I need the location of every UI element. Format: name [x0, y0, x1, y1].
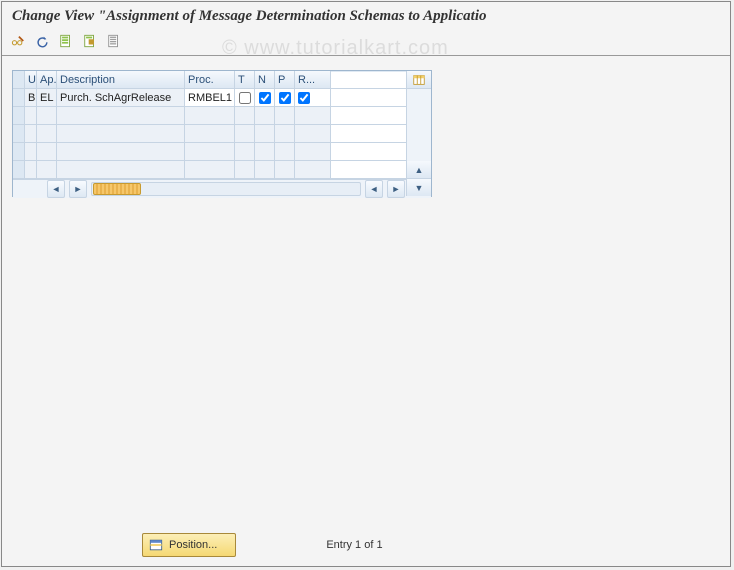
- col-t[interactable]: T: [235, 71, 255, 88]
- checkbox-p[interactable]: [279, 92, 291, 104]
- hscroll-thumb[interactable]: [93, 183, 141, 195]
- position-icon: [149, 538, 163, 552]
- undo-button[interactable]: [32, 31, 52, 51]
- position-button-label: Position...: [169, 539, 217, 551]
- app-viewport: Change View "Assignment of Message Deter…: [1, 1, 731, 567]
- checkbox-t[interactable]: [239, 92, 251, 104]
- grid-inner: U Ap. Description Proc. T N P R... B EL …: [13, 71, 431, 196]
- table-row[interactable]: B EL Purch. SchAgrRelease RMBEL1: [13, 89, 431, 107]
- row-selector[interactable]: [13, 161, 25, 178]
- hscroll-right-button[interactable]: ►: [69, 180, 87, 198]
- hscroll-track[interactable]: [91, 182, 361, 196]
- hscroll-left2-button[interactable]: ◄: [365, 180, 383, 198]
- table-row-empty: [13, 125, 431, 143]
- cell-t[interactable]: [235, 89, 255, 106]
- col-proc[interactable]: Proc.: [185, 71, 235, 88]
- vscroll-down-button[interactable]: ▼: [407, 179, 431, 196]
- vscroll-up-button[interactable]: ▲: [407, 161, 431, 179]
- table-row-empty: [13, 107, 431, 125]
- checkbox-r[interactable]: [298, 92, 310, 104]
- col-n[interactable]: N: [255, 71, 275, 88]
- col-p[interactable]: P: [275, 71, 295, 88]
- grid-header-row: U Ap. Description Proc. T N P R...: [13, 71, 431, 89]
- cell-proc[interactable]: RMBEL1: [185, 89, 235, 106]
- table-settings-icon: [412, 73, 426, 87]
- row-selector[interactable]: [13, 125, 25, 142]
- cell-description: Purch. SchAgrRelease: [57, 89, 185, 106]
- cell-n[interactable]: [255, 89, 275, 106]
- position-button[interactable]: Position...: [142, 533, 236, 557]
- row-head-corner[interactable]: [13, 71, 25, 88]
- grid-right-column: ▲ ▼: [406, 71, 431, 196]
- cell-p[interactable]: [275, 89, 295, 106]
- other-view-button[interactable]: [8, 31, 28, 51]
- deselect-all-button[interactable]: [104, 31, 124, 51]
- table-row-empty: [13, 161, 431, 179]
- form-save-icon: [83, 34, 97, 48]
- select-all-button[interactable]: [56, 31, 76, 51]
- page-title: Change View "Assignment of Message Deter…: [2, 2, 730, 29]
- row-selector[interactable]: [13, 107, 25, 124]
- bottom-bar: Position... Entry 1 of 1: [2, 528, 730, 566]
- data-grid: U Ap. Description Proc. T N P R... B EL …: [12, 70, 432, 197]
- row-selector[interactable]: [13, 89, 25, 106]
- grid-hscroll: ◄ ► ◄ ►: [13, 179, 431, 198]
- col-description[interactable]: Description: [57, 71, 185, 88]
- table-row-empty: [13, 143, 431, 161]
- entry-status: Entry 1 of 1: [326, 539, 382, 551]
- form-list-icon: [107, 34, 121, 48]
- grid-config-button[interactable]: [407, 71, 431, 89]
- toolbar: [2, 29, 730, 56]
- col-r[interactable]: R...: [295, 71, 331, 88]
- col-ap[interactable]: Ap.: [37, 71, 57, 88]
- checkbox-n[interactable]: [259, 92, 271, 104]
- form-green-icon: [59, 34, 73, 48]
- col-u[interactable]: U: [25, 71, 37, 88]
- glasses-pencil-icon: [11, 34, 25, 48]
- hscroll-right2-button[interactable]: ►: [387, 180, 405, 198]
- cell-r[interactable]: [295, 89, 331, 106]
- row-selector[interactable]: [13, 143, 25, 160]
- cell-ap: EL: [37, 89, 57, 106]
- undo-icon: [35, 34, 49, 48]
- hscroll-left-button[interactable]: ◄: [47, 180, 65, 198]
- cell-u: B: [25, 89, 37, 106]
- save-button[interactable]: [80, 31, 100, 51]
